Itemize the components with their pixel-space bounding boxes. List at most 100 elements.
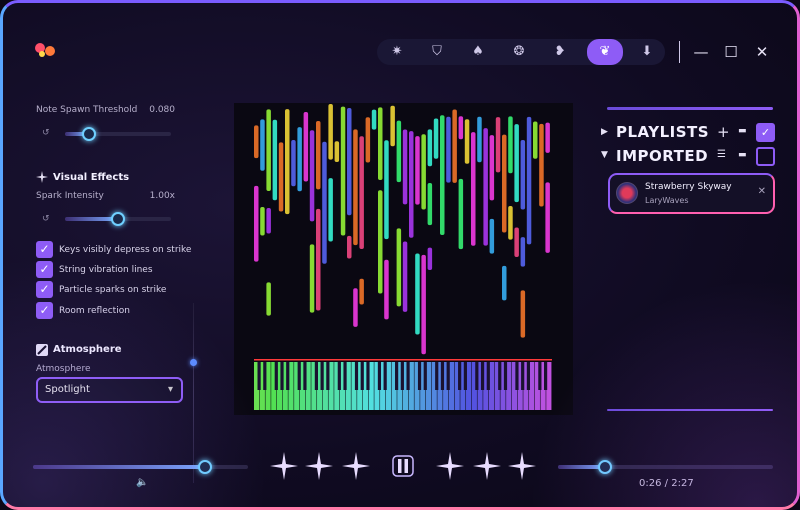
folder-icon[interactable]: ▬ <box>738 126 747 136</box>
effects-icon[interactable]: ❦ <box>587 39 623 65</box>
black-key <box>377 362 382 390</box>
sparkle-icon[interactable] <box>473 452 501 480</box>
black-key <box>395 362 399 390</box>
falling-note <box>477 116 482 163</box>
falling-note <box>316 208 321 311</box>
playlists-checkbox[interactable]: ✓ <box>756 123 775 142</box>
collapse-icon[interactable]: ▼ <box>601 150 608 160</box>
falling-note <box>309 130 315 222</box>
falling-note <box>520 237 526 267</box>
falling-note <box>266 109 271 191</box>
falling-note <box>328 178 333 242</box>
black-key <box>286 362 290 390</box>
atmosphere-select[interactable]: Spotlight ▾ <box>36 377 183 403</box>
heart-icon[interactable]: ❥ <box>542 39 578 65</box>
black-key <box>354 362 359 390</box>
playlists-heading[interactable]: PLAYLISTS <box>616 123 709 141</box>
reset-icon[interactable]: ↺ <box>42 214 50 224</box>
note-spawn-slider[interactable] <box>65 132 171 136</box>
black-key <box>440 362 445 390</box>
volume-knob[interactable] <box>198 460 212 474</box>
track-card[interactable]: Strawberry Skyway LaryWaves ✕ <box>608 173 775 214</box>
black-key <box>515 362 519 390</box>
falling-note <box>396 228 402 307</box>
slider-knob[interactable] <box>111 212 125 226</box>
falling-note <box>440 115 445 236</box>
rewind-sparkle-icon[interactable] <box>342 452 370 480</box>
album-art <box>616 182 638 204</box>
black-key <box>480 362 485 390</box>
black-key <box>544 362 548 390</box>
black-key <box>326 362 330 390</box>
checkbox-keys-depress[interactable]: ✓ <box>36 241 53 258</box>
falling-note <box>464 119 470 164</box>
falling-note <box>328 103 333 160</box>
black-key <box>274 362 278 390</box>
black-key <box>463 362 467 390</box>
falling-note <box>254 125 259 159</box>
falling-note <box>260 119 265 171</box>
maximize-button[interactable]: ☐ <box>720 41 742 63</box>
black-key <box>475 362 479 390</box>
download-icon[interactable]: ⬇ <box>629 39 665 65</box>
falling-note <box>539 123 544 207</box>
falling-note <box>303 111 309 182</box>
checkbox-label: String vibration lines <box>59 265 153 275</box>
checkbox-label: Particle sparks on strike <box>59 285 167 295</box>
spark-intensity-label: Spark Intensity <box>36 191 104 201</box>
checkbox-particle-sparks[interactable]: ✓ <box>36 281 53 298</box>
add-playlist-icon[interactable]: + <box>717 123 730 141</box>
black-key <box>297 362 301 390</box>
falling-note <box>421 254 426 355</box>
falling-note <box>415 253 420 335</box>
black-key <box>498 362 502 390</box>
falling-note <box>545 122 550 153</box>
panel-scrollbar[interactable] <box>193 303 194 483</box>
close-button[interactable]: ✕ <box>751 41 773 63</box>
falling-note <box>384 140 389 240</box>
falling-note <box>508 205 513 240</box>
previous-sparkle-icon[interactable] <box>270 452 298 480</box>
volume-slider[interactable] <box>33 465 248 469</box>
falling-note <box>402 241 408 312</box>
reset-icon[interactable]: ↺ <box>42 128 50 138</box>
falling-note <box>489 135 495 201</box>
falling-note <box>502 134 507 233</box>
folder-icon[interactable]: ▬ <box>738 150 747 160</box>
falling-note <box>446 116 451 183</box>
forward-sparkle-icon[interactable] <box>436 452 464 480</box>
black-key <box>423 362 427 390</box>
progress-slider[interactable] <box>558 465 773 469</box>
list-icon[interactable]: ☰ <box>717 149 726 160</box>
panel-divider <box>607 107 773 110</box>
progress-knob[interactable] <box>598 460 613 474</box>
expand-icon[interactable]: ▶ <box>601 127 608 137</box>
falling-note <box>458 178 464 250</box>
falling-note <box>359 278 364 305</box>
falling-note <box>347 108 352 216</box>
falling-note <box>365 117 371 163</box>
note-spawn-value: 0.080 <box>149 105 175 115</box>
imported-heading[interactable]: IMPORTED <box>616 147 708 165</box>
checkbox-room-reflection[interactable]: ✓ <box>36 302 53 319</box>
sparkle-icon[interactable] <box>305 452 333 480</box>
strawberry-icon[interactable]: ♠ <box>460 39 496 65</box>
remove-track-icon[interactable]: ✕ <box>758 186 766 197</box>
sparkle-icon[interactable]: ✷ <box>379 39 415 65</box>
falling-note <box>291 140 296 187</box>
scrollbar-thumb[interactable] <box>190 359 197 366</box>
atmosphere-selected: Spotlight <box>45 384 90 395</box>
wizard-hat-icon[interactable]: ⛉ <box>419 39 455 65</box>
minimize-button[interactable]: — <box>690 41 712 63</box>
app-logo <box>35 43 55 57</box>
swirl-icon[interactable]: ❂ <box>501 39 537 65</box>
black-key <box>446 362 450 390</box>
atmosphere-field-label: Atmosphere <box>36 364 91 374</box>
volume-icon[interactable]: 🔈 <box>136 477 148 488</box>
checkbox-string-vibration[interactable]: ✓ <box>36 261 53 278</box>
slider-knob[interactable] <box>82 127 97 141</box>
pause-icon[interactable] <box>389 452 417 480</box>
imported-checkbox[interactable] <box>756 147 775 166</box>
falling-notes <box>254 103 550 355</box>
next-sparkle-icon[interactable] <box>508 452 536 480</box>
